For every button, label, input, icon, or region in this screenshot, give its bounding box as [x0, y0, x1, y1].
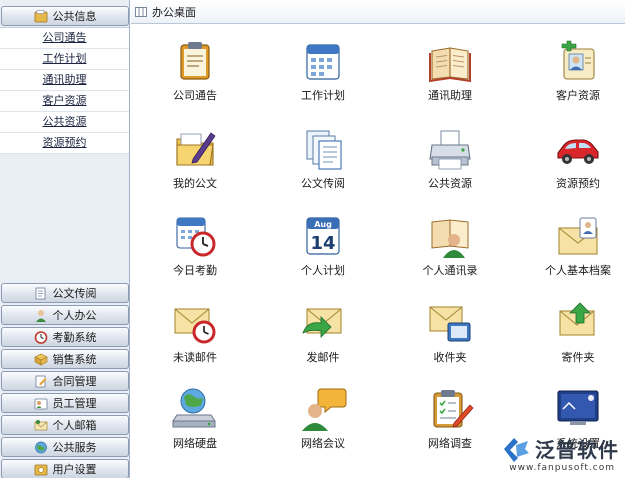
mail-icon: [34, 419, 48, 432]
box-icon: [33, 353, 48, 366]
calendar-clock-icon: [171, 212, 219, 260]
sidebar-group-public-service[interactable]: 公共服务: [1, 437, 129, 457]
sidebar-group-staff[interactable]: 员工管理: [1, 393, 129, 413]
mail-clock-icon: [171, 299, 219, 347]
tile-resource-booking[interactable]: 资源预约: [523, 117, 625, 195]
tile-personal-profile[interactable]: 个人基本档案: [523, 204, 625, 282]
sidebar-group-mailbox[interactable]: 个人邮箱: [1, 415, 129, 435]
tile-send-mail[interactable]: 发邮件: [268, 291, 378, 369]
main-panel: 办公桌面 公司通告 工作计划 通讯助理 客户资源 我的公文 公文传阅 公共资源 …: [131, 0, 625, 478]
address-book-icon: [426, 37, 474, 85]
folder-pen-icon: [171, 125, 219, 173]
tile-personal-plan[interactable]: Aug 14 个人计划: [268, 204, 378, 282]
sidebar-group-public-info[interactable]: 公共信息: [1, 6, 129, 26]
clock-icon: [34, 330, 48, 344]
document-icon: [34, 287, 48, 300]
settings-icon: [34, 463, 48, 476]
sidebar-group-label: 公共信息: [52, 10, 97, 23]
calendar-icon: [299, 37, 347, 85]
svg-text:14: 14: [310, 233, 335, 254]
outbox-icon: [554, 299, 602, 347]
sidebar-group-contract[interactable]: 合同管理: [1, 371, 129, 391]
fanpu-logo-icon: [501, 436, 531, 462]
panel-header: 办公桌面: [131, 0, 625, 24]
person-book-icon: [426, 212, 474, 260]
contract-icon: [34, 375, 48, 388]
tile-network-drive[interactable]: 网络硬盘: [140, 377, 250, 455]
watermark-brand: 泛普软件: [535, 438, 619, 462]
tile-work-plan[interactable]: 工作计划: [268, 29, 378, 107]
mail-send-icon: [299, 299, 347, 347]
sidebar-item-customer-resources[interactable]: 客户资源: [0, 91, 129, 112]
date-calendar-icon: Aug 14: [299, 212, 347, 260]
id-envelope-icon: [554, 212, 602, 260]
contact-card-icon: [554, 37, 602, 85]
sidebar-group-sales[interactable]: 销售系统: [1, 349, 129, 369]
person-icon: [34, 309, 48, 322]
tile-outbox[interactable]: 寄件夹: [523, 291, 625, 369]
tile-today-attendance[interactable]: 今日考勤: [140, 204, 250, 282]
watermark: 泛普软件 www.fanpusoft.com: [479, 434, 619, 476]
tile-customer-resources[interactable]: 客户资源: [523, 29, 625, 107]
sidebar-item-public-resources[interactable]: 公共资源: [0, 112, 129, 133]
tile-communication[interactable]: 通讯助理: [395, 29, 505, 107]
sidebar-group-user-settings[interactable]: 用户设置: [1, 459, 129, 478]
app-window: 公共信息 公司通告 工作计划 通讯助理 客户资源 公共资源 资源预约 公文传阅 …: [0, 0, 625, 478]
sidebar-group-personal-office[interactable]: 个人办公: [1, 305, 129, 325]
svg-text:Aug: Aug: [314, 220, 332, 229]
sidebar-item-work-plan[interactable]: 工作计划: [0, 49, 129, 70]
clipboard-icon: [171, 37, 219, 85]
car-icon: [554, 125, 602, 173]
tile-my-documents[interactable]: 我的公文: [140, 117, 250, 195]
tile-public-resources[interactable]: 公共资源: [395, 117, 505, 195]
tile-document-circulation[interactable]: 公文传阅: [268, 117, 378, 195]
desktop-icon-grid: 公司通告 工作计划 通讯助理 客户资源 我的公文 公文传阅 公共资源 资源预约 …: [131, 25, 625, 478]
survey-icon: [426, 385, 474, 433]
sidebar-item-resource-booking[interactable]: 资源预约: [0, 133, 129, 154]
tile-company-notice[interactable]: 公司通告: [140, 29, 250, 107]
watermark-url: www.fanpusoft.com: [509, 463, 615, 473]
network-drive-icon: [171, 385, 219, 433]
tile-unread-mail[interactable]: 未读邮件: [140, 291, 250, 369]
sidebar-item-communication[interactable]: 通讯助理: [0, 70, 129, 91]
page-title: 办公桌面: [152, 5, 196, 19]
sidebar-item-company-notice[interactable]: 公司通告: [0, 28, 129, 49]
tile-inbox[interactable]: 收件夹: [395, 291, 505, 369]
globe-icon: [34, 441, 48, 454]
inbox-icon: [426, 299, 474, 347]
sidebar-submenu: 公司通告 工作计划 通讯助理 客户资源 公共资源 资源预约: [0, 27, 129, 154]
tile-personal-contacts[interactable]: 个人通讯录: [395, 204, 505, 282]
sidebar-group-document-circulation[interactable]: 公文传阅: [1, 283, 129, 303]
staff-icon: [34, 397, 48, 410]
monitor-icon: [554, 385, 602, 433]
documents-icon: [299, 125, 347, 173]
folder-icon: [34, 9, 48, 23]
printer-icon: [426, 125, 474, 173]
sidebar-group-attendance[interactable]: 考勤系统: [1, 327, 129, 347]
grid-icon: [135, 6, 147, 17]
meeting-icon: [299, 385, 347, 433]
sidebar: 公共信息 公司通告 工作计划 通讯助理 客户资源 公共资源 资源预约 公文传阅 …: [0, 0, 130, 478]
tile-network-meeting[interactable]: 网络会议: [268, 377, 378, 455]
